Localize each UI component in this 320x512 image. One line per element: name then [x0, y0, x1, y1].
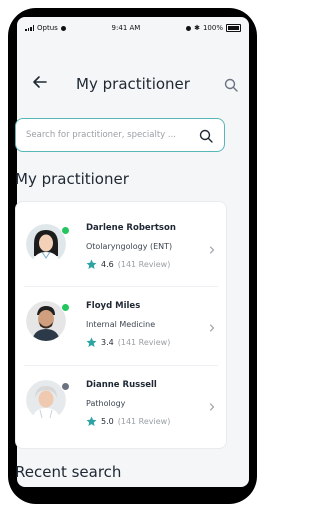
divider: [24, 365, 218, 366]
nav-bar: My practitioner: [17, 69, 249, 99]
search-icon[interactable]: [223, 77, 239, 93]
practitioner-specialty: Otolaryngology (ENT): [86, 242, 173, 251]
status-left: Optus: [25, 24, 66, 32]
review-count: (141 Review): [117, 260, 171, 269]
practitioner-specialty: Internal Medicine: [86, 320, 156, 329]
chevron-right-icon[interactable]: [208, 403, 216, 411]
rating: 3.4 (141 Review): [86, 337, 170, 348]
star-icon: [86, 259, 97, 269]
status-bar: Optus 9:41 AM ✱ 100%: [17, 17, 249, 39]
battery-icon: [225, 24, 241, 32]
rating: 5.0 (141 Review): [86, 416, 170, 427]
status-right: ✱ 100%: [186, 24, 241, 32]
search-placeholder: Search for practitioner, specialty ...: [26, 130, 176, 140]
practitioner-name: Floyd Miles: [86, 301, 141, 311]
location-icon: [186, 25, 192, 31]
practitioner-row[interactable]: Floyd Miles Internal Medicine 3.4 (141 R…: [16, 289, 226, 369]
practitioner-name: Darlene Robertson: [86, 223, 176, 233]
page-title: My practitioner: [76, 75, 190, 93]
rating-value: 5.0: [101, 417, 114, 426]
search-input[interactable]: Search for practitioner, specialty ...: [15, 118, 225, 152]
chevron-right-icon[interactable]: [208, 246, 216, 254]
signal-icon: [25, 25, 34, 31]
practitioner-row[interactable]: Dianne Russell Pathology 5.0 (141 Review…: [16, 368, 226, 448]
divider: [24, 286, 218, 287]
review-count: (141 Review): [117, 338, 171, 347]
carrier-label: Optus: [37, 24, 58, 32]
practitioner-specialty: Pathology: [86, 399, 126, 408]
status-dot: [61, 226, 70, 235]
chevron-right-icon[interactable]: [208, 324, 216, 332]
avatar: [26, 224, 66, 264]
wifi-icon: [60, 25, 66, 31]
section-title: My practitioner: [15, 170, 129, 188]
avatar: [26, 380, 66, 420]
battery-percent: 100%: [202, 24, 223, 32]
status-dot: [61, 382, 70, 391]
review-count: (141 Review): [117, 417, 171, 426]
rating-value: 3.4: [101, 338, 114, 347]
bluetooth-icon: ✱: [194, 24, 200, 32]
status-dot: [61, 303, 70, 312]
star-icon: [86, 416, 97, 426]
status-time: 9:41 AM: [111, 24, 141, 32]
rating: 4.6 (141 Review): [86, 259, 170, 270]
rating-value: 4.6: [101, 260, 114, 269]
search-field-icon: [199, 129, 213, 143]
back-arrow-icon[interactable]: [31, 73, 49, 91]
recent-search-title: Recent search: [15, 463, 122, 481]
practitioner-name: Dianne Russell: [86, 380, 157, 390]
star-icon: [86, 337, 97, 347]
practitioner-list: Darlene Robertson Otolaryngology (ENT) 4…: [15, 201, 227, 449]
practitioner-row[interactable]: Darlene Robertson Otolaryngology (ENT) 4…: [16, 210, 226, 290]
avatar: [26, 301, 66, 341]
